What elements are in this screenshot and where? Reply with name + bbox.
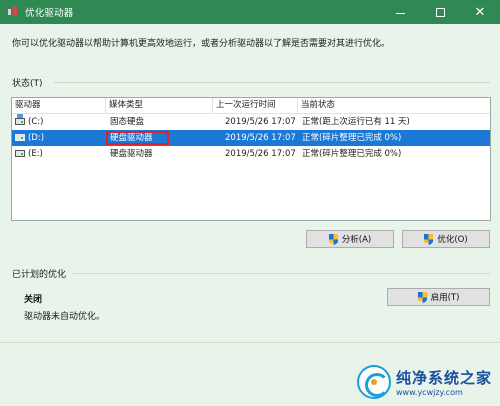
description-text: 你可以优化驱动器以帮助计算机更高效地运行，或者分析驱动器以了解是否需要对其进行优…: [12, 39, 391, 49]
close-button[interactable]: ✕: [460, 0, 500, 24]
status-cell: 正常(碎片整理已完成 0%): [302, 149, 402, 159]
watermark-text: 纯净系统之家 www.ycwjzy.com: [396, 367, 492, 397]
watermark-logo-icon: [357, 365, 391, 399]
optimize-button-label: 优化(O): [437, 235, 468, 245]
enable-button[interactable]: 启用(T): [387, 288, 490, 306]
scheduled-section-divider: [72, 273, 490, 274]
table-row[interactable]: (C:) 固态硬盘 2019/5/26 17:07 正常(距上次运行已有 11 …: [12, 114, 490, 130]
last-run-cell: 2019/5/26 17:07: [225, 133, 296, 143]
status-section-label: 状态(T): [12, 79, 43, 89]
defrag-app-icon: [7, 6, 19, 18]
schedule-status-title: 关闭: [24, 295, 43, 305]
hard-drive-icon: [15, 150, 25, 157]
bottom-divider: [0, 342, 500, 343]
status-cell: 正常(碎片整理已完成 0%): [302, 133, 402, 143]
minimize-button[interactable]: [380, 0, 420, 24]
scheduled-section-label: 已计划的优化: [12, 270, 67, 280]
hard-drive-icon: [15, 134, 25, 141]
uac-shield-icon: [424, 233, 434, 245]
enable-button-label: 启用(T): [430, 293, 460, 303]
drive-cell: (D:): [12, 130, 106, 146]
media-type-cell: 硬盘驱动器: [110, 149, 153, 159]
analyze-button-label: 分析(A): [341, 235, 372, 245]
watermark-name: 纯净系统之家: [396, 369, 493, 387]
media-type-cell: 固态硬盘: [110, 117, 145, 127]
title-bar: 优化驱动器 ✕: [0, 0, 500, 24]
maximize-icon: [435, 7, 445, 17]
column-header-status[interactable]: 当前状态: [298, 98, 490, 113]
red-highlight-box: [106, 131, 169, 145]
column-header-drive[interactable]: 驱动器: [12, 98, 106, 113]
table-row-selected[interactable]: (D:) 硬盘驱动器 2019/5/26 17:07 正常(碎片整理已完成 0%…: [12, 130, 490, 146]
watermark-url: www.ycwjzy.com: [396, 388, 463, 397]
drive-cell: (C:): [12, 114, 106, 130]
column-header-media-type[interactable]: 媒体类型: [106, 98, 213, 113]
uac-shield-icon: [328, 233, 338, 245]
close-icon: ✕: [474, 4, 486, 20]
analyze-button[interactable]: 分析(A): [306, 230, 394, 248]
drives-list[interactable]: 驱动器 媒体类型 上一次运行时间 当前状态 (C:) 固态硬盘 2019/5/2…: [11, 97, 491, 221]
media-type-cell: 硬盘驱动器: [106, 130, 213, 146]
maximize-button[interactable]: [420, 0, 460, 24]
system-drive-icon: [15, 114, 25, 125]
window-title: 优化驱动器: [25, 8, 74, 19]
site-watermark: 纯净系统之家 www.ycwjzy.com: [357, 362, 500, 402]
last-run-cell: 2019/5/26 17:07: [225, 149, 296, 159]
status-section-divider: [54, 82, 490, 83]
drive-name: (C:): [28, 117, 44, 127]
optimize-button[interactable]: 优化(O): [402, 230, 490, 248]
drive-name: (D:): [28, 133, 45, 143]
schedule-status-desc: 驱动器未自动优化。: [24, 312, 106, 322]
window-controls: ✕: [380, 0, 500, 24]
drive-name: (E:): [28, 149, 43, 159]
table-row[interactable]: (E:) 硬盘驱动器 2019/5/26 17:07 正常(碎片整理已完成 0%…: [12, 146, 490, 162]
uac-shield-icon: [417, 291, 427, 303]
minimize-icon: [395, 12, 405, 14]
drive-cell: (E:): [12, 146, 106, 162]
status-cell: 正常(距上次运行已有 11 天): [302, 117, 410, 127]
column-header-last-run[interactable]: 上一次运行时间: [213, 98, 298, 113]
last-run-cell: 2019/5/26 17:07: [225, 117, 296, 127]
drives-list-header: 驱动器 媒体类型 上一次运行时间 当前状态: [12, 98, 490, 114]
